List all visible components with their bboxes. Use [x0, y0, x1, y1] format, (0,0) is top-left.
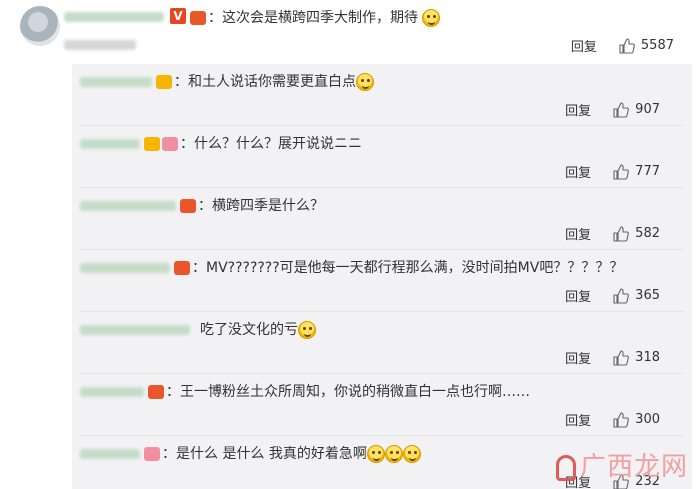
- comment-text: ：这次会是横跨四季大制作，期待: [208, 10, 418, 26]
- username-blurred[interactable]: [80, 387, 144, 397]
- reply-item: ：和土人说话你需要更直白点 回复 907: [72, 64, 692, 126]
- fan-badge-icon: [148, 385, 164, 399]
- fan-badge-icon: [144, 447, 160, 461]
- username-blurred[interactable]: [80, 139, 140, 149]
- smile-emoji-icon: [356, 73, 374, 91]
- like-count: 5587: [640, 38, 674, 53]
- thumbs-up-icon[interactable]: [613, 101, 630, 118]
- watermark: 广西龙网: [555, 446, 688, 483]
- reply-item: ：横跨四季是什么？ 回复 582: [72, 188, 692, 250]
- reply-text: ：MV???????可是他每一天都行程那么满，没时间拍MV吧？？？？？: [192, 260, 624, 276]
- username-blurred[interactable]: [64, 12, 164, 22]
- username-blurred[interactable]: [80, 449, 140, 459]
- fan-badge-icon: [174, 261, 190, 275]
- username-blurred[interactable]: [80, 77, 152, 87]
- reply-line: ：横跨四季是什么？: [80, 196, 324, 216]
- username-blurred[interactable]: [80, 325, 190, 335]
- watermark-text: 广西龙网: [579, 452, 688, 482]
- thumbs-up-icon[interactable]: [613, 287, 630, 304]
- reply-text: 吃了没文化的亏: [200, 322, 298, 338]
- reply-button[interactable]: 回复: [565, 224, 591, 243]
- main-comment: V ：这次会是横跨四季大制作，期待 回复 5587: [0, 0, 700, 64]
- reply-item: ：MV???????可是他每一天都行程那么满，没时间拍MV吧？？？？？ 回复 3…: [72, 250, 692, 312]
- reply-item: ：什么？什么？展开说说ニニ 回复 777: [72, 126, 692, 188]
- reply-actions: 回复 907: [565, 100, 660, 119]
- watermark-logo-icon: [555, 455, 576, 481]
- like-count: 365: [635, 288, 660, 303]
- laughing-emoji-icon: [298, 321, 316, 339]
- worried-emoji-icon: [402, 445, 421, 463]
- reply-text: ：横跨四季是什么？: [198, 198, 324, 214]
- reply-line: ：和土人说话你需要更直白点: [80, 72, 374, 92]
- fan-badge-icon: [162, 137, 178, 151]
- reply-button[interactable]: 回复: [565, 162, 591, 181]
- reply-button[interactable]: 回复: [565, 348, 591, 367]
- reply-text: ：王一博粉丝土众所周知，你说的稍微直白一点也行啊……: [166, 384, 530, 400]
- reply-item: ：王一博粉丝土众所周知，你说的稍微直白一点也行啊…… 回复 300: [72, 374, 692, 436]
- comment-actions: 回复 5587: [571, 36, 674, 55]
- fan-badge-icon: [180, 199, 196, 213]
- worried-emoji-icon: [366, 445, 385, 463]
- reply-button[interactable]: 回复: [565, 100, 591, 119]
- thumbs-up-icon[interactable]: [613, 163, 630, 180]
- thumbs-up-icon[interactable]: [613, 349, 630, 366]
- replies-panel: ：和土人说话你需要更直白点 回复 907 ：什么？什么？展开说说ニニ 回复 77…: [72, 64, 692, 489]
- verified-v-icon: V: [170, 8, 186, 24]
- like-count: 777: [635, 164, 660, 179]
- main-comment-text: ：这次会是横跨四季大制作，期待: [190, 8, 441, 28]
- reply-actions: 回复 582: [565, 224, 660, 243]
- avatar[interactable]: [20, 6, 60, 46]
- timestamp-blurred: [64, 40, 136, 50]
- username-blurred[interactable]: [80, 263, 170, 273]
- reply-actions: 回复 365: [565, 286, 660, 305]
- like-count: 582: [635, 226, 660, 241]
- reply-item: 吃了没文化的亏 回复 318: [72, 312, 692, 374]
- reply-button[interactable]: 回复: [565, 410, 591, 429]
- reply-line: ：什么？什么？展开说说ニニ: [80, 134, 362, 154]
- fan-badge-icon: [144, 137, 160, 151]
- reply-button[interactable]: 回复: [571, 36, 597, 55]
- thumbs-up-icon[interactable]: [619, 37, 635, 54]
- like-count: 907: [635, 102, 660, 117]
- thumbs-up-icon[interactable]: [613, 411, 630, 428]
- smile-emoji-icon: [422, 9, 441, 27]
- reply-text: ：和土人说话你需要更直白点: [174, 74, 356, 90]
- reply-line: ：王一博粉丝土众所周知，你说的稍微直白一点也行啊……: [80, 382, 530, 402]
- reply-actions: 回复 777: [565, 162, 660, 181]
- fan-badge-icon: [190, 11, 206, 25]
- fan-badge-icon: [156, 75, 172, 89]
- reply-line: ：MV???????可是他每一天都行程那么满，没时间拍MV吧？？？？？: [80, 258, 623, 278]
- like-count: 300: [635, 412, 660, 427]
- reply-line: 吃了没文化的亏: [80, 320, 316, 340]
- username-blurred[interactable]: [80, 201, 176, 211]
- worried-emoji-icon: [384, 445, 403, 463]
- reply-actions: 回复 300: [565, 410, 660, 429]
- reply-text: ：什么？什么？展开说说ニニ: [180, 136, 362, 152]
- reply-button[interactable]: 回复: [565, 286, 591, 305]
- like-count: 318: [635, 350, 660, 365]
- reply-text: ：是什么 是什么 我真的好着急啊: [162, 446, 367, 462]
- reply-line: ：是什么 是什么 我真的好着急啊: [80, 444, 421, 464]
- reply-actions: 回复 318: [565, 348, 660, 367]
- thumbs-up-icon[interactable]: [613, 225, 630, 242]
